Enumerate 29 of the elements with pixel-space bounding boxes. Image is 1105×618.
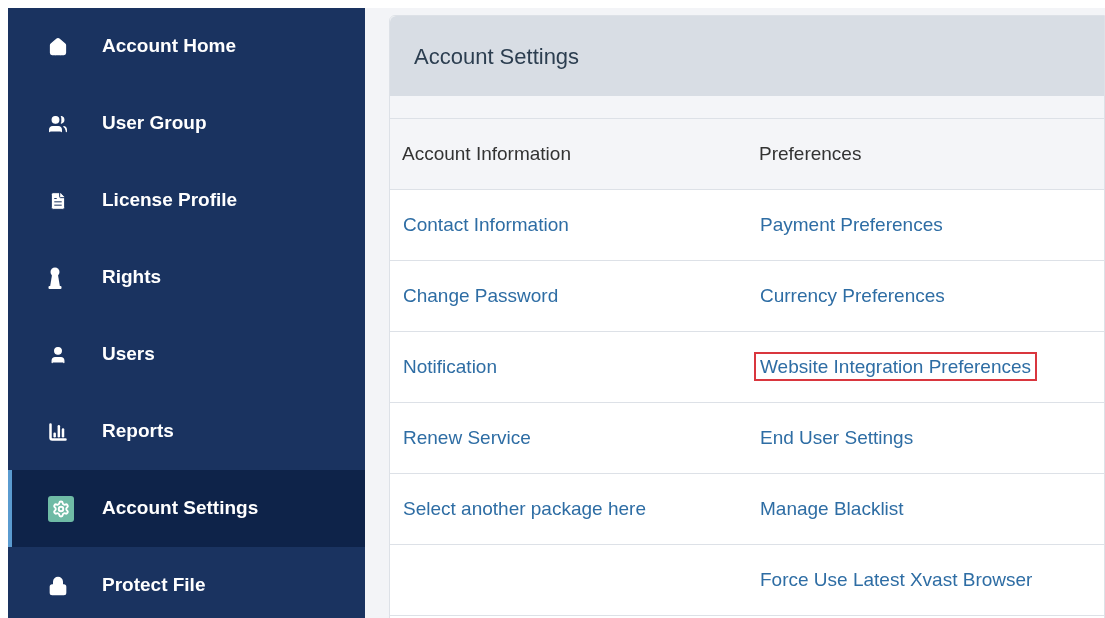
home-icon [48, 36, 68, 57]
sidebar-item[interactable]: Reports [8, 393, 365, 470]
settings-link[interactable]: Change Password [397, 280, 565, 310]
sidebar-item[interactable]: Account Settings [8, 470, 365, 547]
settings-link[interactable]: Notification [397, 351, 503, 381]
settings-link[interactable]: Contact Information [397, 209, 575, 239]
sidebar-item[interactable]: Users [8, 316, 365, 393]
column-header: Preferences [759, 141, 862, 166]
sidebar-item[interactable]: Rights [8, 239, 365, 316]
sidebar-item[interactable]: Protect File [8, 547, 365, 618]
sidebar-item[interactable]: User Group [8, 85, 365, 162]
settings-link[interactable]: Website Integration Preferences [754, 351, 1038, 381]
user-group-icon [48, 113, 68, 134]
keyhole-icon [48, 266, 62, 289]
settings-link[interactable]: Renew Service [397, 422, 537, 452]
settings-link[interactable]: Force Use Latest Xvast Browser [754, 564, 1039, 594]
settings-link[interactable]: Currency Preferences [754, 280, 951, 310]
sidebar-item[interactable]: Account Home [8, 8, 365, 85]
settings-link[interactable]: End User Settings [754, 422, 920, 452]
settings-icon [48, 495, 74, 522]
chart-icon [48, 421, 68, 442]
panel-title: Account Settings [414, 42, 580, 71]
document-icon [48, 190, 68, 211]
column-header: Account Information [402, 141, 572, 166]
lock-icon [48, 575, 68, 596]
settings-link[interactable]: Select another package here [397, 493, 652, 523]
sidebar-item[interactable]: License Profile [8, 162, 365, 239]
settings-link[interactable]: Manage Blacklist [754, 493, 910, 523]
settings-link[interactable]: Payment Preferences [754, 209, 949, 239]
